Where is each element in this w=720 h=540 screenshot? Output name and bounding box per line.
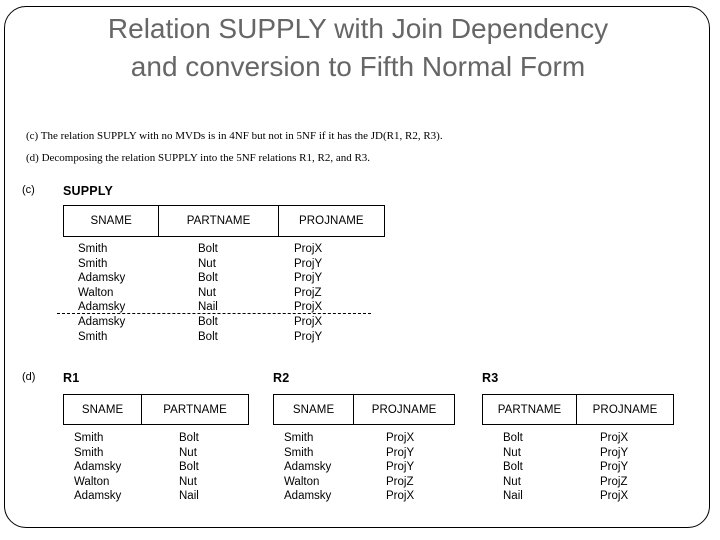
table-name-r3: R3 [482,371,499,385]
table-column-r1-partname: Bolt Nut Bolt Nut Nail [179,432,199,503]
page-title: Relation SUPPLY with Join Dependency and… [107,13,609,82]
caption-d: (d) Decomposing the relation SUPPLY into… [26,152,371,164]
column-header-r1-sname: SNAME [81,403,124,416]
table-name-r1: R1 [63,371,80,385]
table-column-r3-projname: ProjX ProjY ProjY ProjZ ProjX [600,432,629,503]
table-column-r1-sname: Smith Smith Adamsky Walton Adamsky [74,432,122,503]
slide-canvas: Relation SUPPLY with Join Dependency and… [0,0,720,540]
part-label-c: (c) [22,184,35,196]
table-column-supply-projname: ProjX ProjY ProjY ProjZ ProjX ProjX Proj… [294,243,323,343]
column-header-projname: PROJNAME [277,206,384,236]
column-header-r3-projname: PROJNAME [576,395,673,424]
table-name-supply: SUPPLY [63,184,114,198]
table-column-r3-partname: Bolt Nut Bolt Nut Nail [503,432,523,503]
part-label-d: (d) [22,371,36,383]
caption-c: (c) The relation SUPPLY with no MVDs is … [26,130,443,142]
table-name-r2: R2 [273,371,290,385]
column-header-sname: SNAME [90,215,132,227]
column-header-r3-partname: PARTNAME [497,403,562,416]
table-header-r2: SNAME PROJNAME [273,394,455,425]
column-header-r2-projname: PROJNAME [353,395,454,424]
table-column-r2-projname: ProjX ProjY ProjY ProjZ ProjX [386,432,415,503]
table-column-supply-partname: Bolt Nut Bolt Nut Nail Bolt Bolt [198,243,218,343]
column-header-r2-sname: SNAME [292,403,335,416]
table-header-r3: PARTNAME PROJNAME [482,394,674,425]
table-column-r2-sname: Smith Smith Adamsky Walton Adamsky [284,432,332,503]
join-dependency-separator [57,313,371,314]
table-header-r1: SNAME PARTNAME [63,394,249,425]
table-header-supply: SNAME PARTNAME PROJNAME [63,205,385,237]
column-header-r1-partname: PARTNAME [141,395,248,424]
column-header-partname: PARTNAME [158,206,277,236]
table-column-supply-sname: Smith Smith Adamsky Walton Adamsky Adams… [78,243,126,343]
